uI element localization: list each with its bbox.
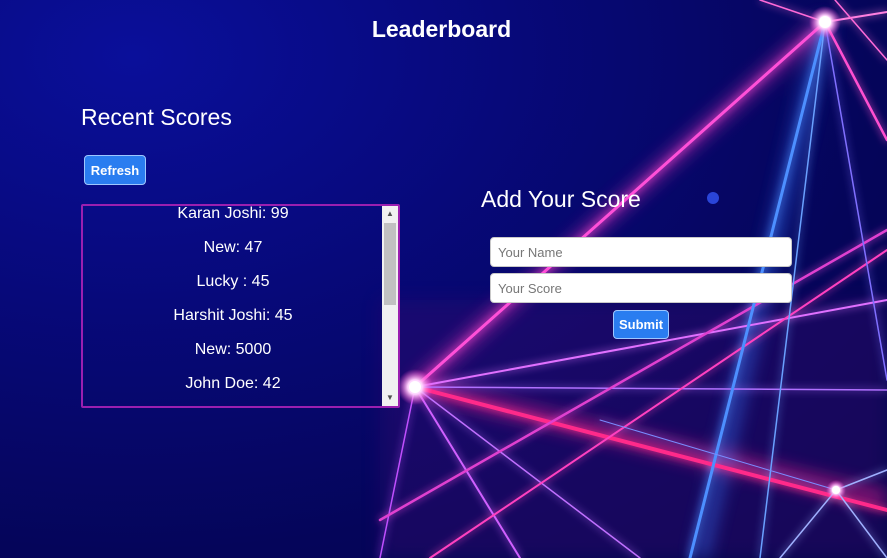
score-input[interactable] bbox=[490, 273, 792, 303]
score-item: New: 47 bbox=[203, 239, 263, 256]
score-list[interactable]: Karan Joshi: 99 New: 47 Lucky : 45 Harsh… bbox=[81, 204, 400, 408]
score-item: New: 5000 bbox=[194, 341, 272, 358]
scroll-thumb[interactable] bbox=[384, 223, 396, 305]
score-item: Karan Joshi: 99 bbox=[177, 205, 289, 222]
submit-button[interactable]: Submit bbox=[613, 310, 669, 339]
score-item: John Doe: 42 bbox=[185, 375, 281, 392]
score-item: Lucky : 45 bbox=[196, 273, 270, 290]
page-title: Leaderboard bbox=[371, 16, 512, 42]
add-score-heading: Add Your Score bbox=[481, 186, 641, 212]
score-item: Harshit Joshi: 45 bbox=[173, 307, 293, 324]
recent-scores-heading: Recent Scores bbox=[81, 104, 232, 130]
page-content: Leaderboard Recent Scores Refresh Karan … bbox=[0, 0, 887, 558]
scroll-down-icon[interactable]: ▼ bbox=[382, 390, 398, 406]
scroll-up-icon[interactable]: ▲ bbox=[382, 206, 398, 222]
score-items: Karan Joshi: 99 New: 47 Lucky : 45 Harsh… bbox=[83, 205, 383, 406]
refresh-button[interactable]: Refresh bbox=[84, 155, 146, 185]
list-scrollbar[interactable]: ▲ ▼ bbox=[382, 206, 398, 406]
name-input[interactable] bbox=[490, 237, 792, 267]
